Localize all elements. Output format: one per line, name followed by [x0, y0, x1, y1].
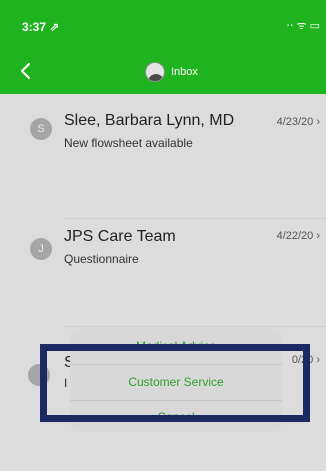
status-icons: ⋅⋅ ᯤ ▭ [286, 20, 320, 32]
message-sender: Slee, Barbara Lynn, MD [64, 112, 235, 129]
sender-avatar-icon: J [30, 238, 52, 260]
status-bar: 3:37 ⇗ ⋅⋅ ᯤ ▭ [0, 0, 326, 50]
list-divider [64, 326, 326, 327]
message-sender: JPS Care Team [64, 228, 176, 245]
status-time: 3:37 ⇗ [22, 20, 60, 34]
message-subject: Questionnaire [64, 252, 139, 266]
nav-title-group: Inbox [145, 62, 198, 82]
sender-avatar-icon: S [30, 118, 52, 140]
message-date: 4/22/20 › [276, 230, 320, 242]
list-divider [64, 218, 326, 219]
message-subject: New flowsheet available [64, 136, 193, 150]
message-date: 4/23/20 › [276, 116, 320, 128]
chevron-left-icon[interactable] [18, 62, 32, 80]
avatar-icon [145, 62, 165, 82]
highlight-frame [40, 344, 310, 422]
nav-bar: Inbox [0, 50, 326, 94]
page-title: Inbox [171, 66, 198, 78]
list-item-message-1[interactable]: S Slee, Barbara Lynn, MD New flowsheet a… [0, 102, 326, 192]
list-item-message-2[interactable]: J JPS Care Team Questionnaire 4/22/20 › [0, 222, 326, 312]
